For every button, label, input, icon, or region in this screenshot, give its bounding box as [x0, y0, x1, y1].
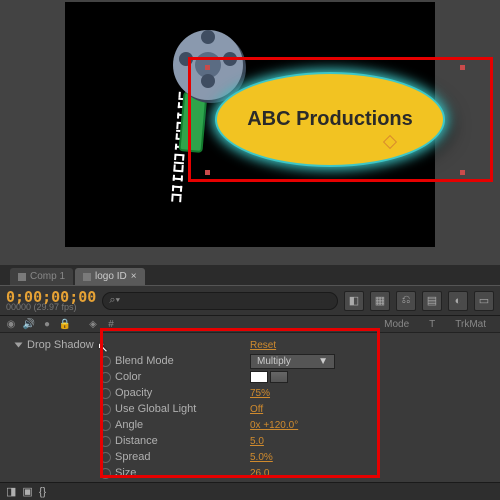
canvas[interactable]: ABC Productions — [65, 2, 435, 247]
search-icon: ⌕▾ — [109, 294, 120, 307]
column-header-row: ◉ 🔊 ● 🔒 ◈ # Mode T TrkMat — [0, 315, 500, 333]
distance-value[interactable]: 5.0 — [250, 436, 264, 447]
shy-button[interactable]: ⎌ — [396, 291, 416, 311]
comp-icon — [18, 273, 26, 281]
trkmat-column[interactable]: TrkMat — [455, 319, 486, 330]
prop-global-light: Use Global Light Off — [100, 401, 500, 417]
mode-column[interactable]: Mode — [384, 319, 409, 330]
disclosure-triangle-icon[interactable] — [15, 343, 23, 348]
lock-column-icon[interactable]: 🔒 — [58, 319, 72, 330]
t-column[interactable]: T — [429, 319, 435, 330]
stopwatch-icon[interactable] — [100, 420, 111, 431]
number-column-icon[interactable]: # — [104, 319, 118, 330]
prop-color: Color — [100, 369, 500, 385]
brackets-icon[interactable]: {} — [39, 486, 46, 498]
tab-comp1[interactable]: Comp 1 — [10, 268, 73, 285]
toggle-switches-button[interactable]: ◨ — [6, 485, 16, 498]
prop-opacity: Opacity 75% — [100, 385, 500, 401]
effect-name: Drop Shadow — [27, 339, 94, 351]
graph-editor-button[interactable]: ▭ — [474, 291, 494, 311]
angle-value[interactable]: 0x +120.0° — [250, 420, 298, 431]
composition-preview: ABC Productions — [0, 0, 500, 265]
prop-size: Size 26.0 — [100, 465, 500, 481]
reset-link[interactable]: Reset — [250, 340, 276, 351]
tab-bar: Comp 1 logo ID × — [0, 265, 500, 285]
prop-spread: Spread 5.0% — [100, 449, 500, 465]
stopwatch-icon[interactable] — [100, 356, 111, 367]
audio-column-icon[interactable]: 🔊 — [22, 319, 36, 330]
eyedropper-button[interactable] — [270, 371, 288, 383]
size-value[interactable]: 26.0 — [250, 468, 269, 479]
spread-value[interactable]: 5.0% — [250, 452, 273, 463]
effect-header-row[interactable]: Drop Shadow Reset — [100, 337, 500, 353]
stopwatch-icon[interactable] — [100, 372, 111, 383]
stopwatch-icon[interactable] — [100, 404, 111, 415]
timeline-panel: Comp 1 logo ID × 0;00;00;00 00000 (29.97… — [0, 265, 500, 500]
stopwatch-icon[interactable] — [100, 388, 111, 399]
opacity-value[interactable]: 75% — [250, 388, 270, 399]
global-light-value[interactable]: Off — [250, 404, 263, 415]
chevron-down-icon: ▼ — [318, 356, 328, 367]
prop-distance: Distance 5.0 — [100, 433, 500, 449]
blend-mode-dropdown[interactable]: Multiply▼ — [250, 354, 335, 369]
stopwatch-icon[interactable] — [100, 468, 111, 479]
motion-blur-button[interactable]: ◐ — [448, 291, 468, 311]
tab-label: Comp 1 — [30, 271, 65, 282]
search-input[interactable]: ⌕▾ — [102, 292, 338, 310]
timeline-footer: ◨ ▣ {} — [0, 482, 500, 500]
prop-angle: Angle 0x +120.0° — [100, 417, 500, 433]
toggle-modes-button[interactable]: ▣ — [22, 485, 32, 498]
tab-label: logo ID — [95, 271, 127, 282]
layer-properties: ↖ Drop Shadow Reset Blend Mode Multiply▼… — [0, 333, 500, 485]
stopwatch-icon[interactable] — [100, 452, 111, 463]
composition-mini-flowchart-button[interactable]: ◧ — [344, 291, 364, 311]
timeline-toolbar: 0;00;00;00 00000 (29.97 fps) ⌕▾ ◧ ▦ ⎌ ▤ … — [0, 285, 500, 315]
close-icon[interactable]: × — [131, 271, 137, 282]
solo-column-icon[interactable]: ● — [40, 319, 54, 330]
annotation-highlight — [188, 57, 493, 182]
frame-blend-button[interactable]: ▤ — [422, 291, 442, 311]
comp-icon — [83, 273, 91, 281]
color-swatch[interactable] — [250, 371, 268, 383]
draft-3d-button[interactable]: ▦ — [370, 291, 390, 311]
stopwatch-icon[interactable] — [100, 436, 111, 447]
tab-logo-id[interactable]: logo ID × — [75, 268, 145, 285]
video-column-icon[interactable]: ◉ — [4, 319, 18, 330]
label-column-icon[interactable]: ◈ — [86, 319, 100, 330]
prop-blend-mode: Blend Mode Multiply▼ — [100, 353, 500, 369]
